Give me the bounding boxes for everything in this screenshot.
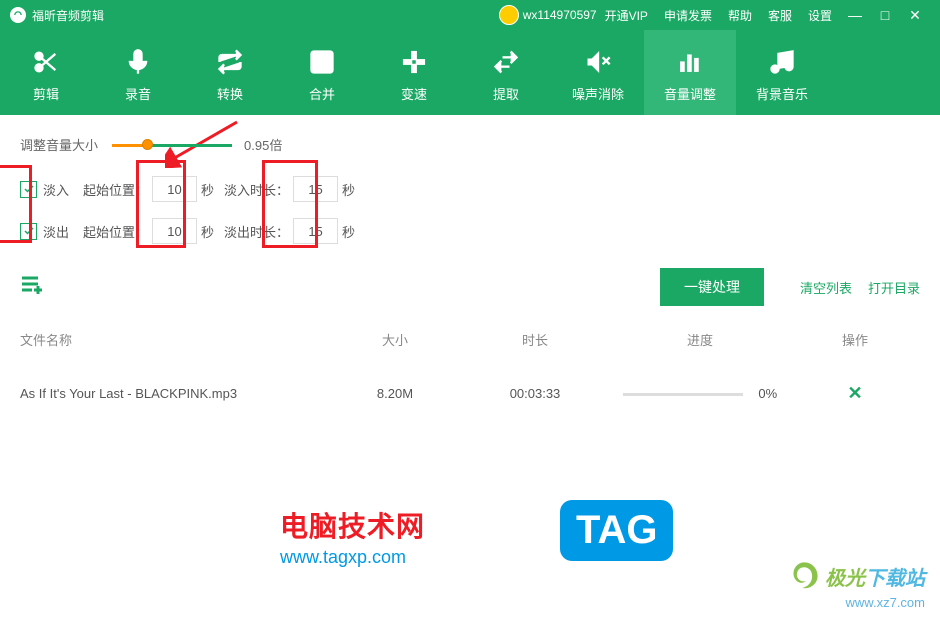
tool-label: 合并 <box>309 84 335 103</box>
site2-part1: 极光 <box>825 568 865 590</box>
action-row: 一键处理 清空列表 打开目录 <box>0 268 940 316</box>
volume-row: 调整音量大小 0.95倍 <box>20 135 920 154</box>
fade-in-checkbox[interactable] <box>20 181 37 198</box>
extract-icon <box>492 42 520 82</box>
service-link[interactable]: 客服 <box>768 7 792 24</box>
cell-size: 8.20M <box>330 386 460 401</box>
col-operation-header: 操作 <box>790 330 920 349</box>
unit: 秒 <box>342 222 355 241</box>
tool-convert[interactable]: 转换 <box>184 30 276 115</box>
fade-out-row: 淡出 起始位置： 秒 淡出时长： 秒 <box>20 216 920 246</box>
len-label: 淡出时长： <box>224 222 289 241</box>
tool-merge[interactable]: 合并 <box>276 30 368 115</box>
tool-bgmusic[interactable]: 背景音乐 <box>736 30 828 115</box>
process-button[interactable]: 一键处理 <box>660 268 764 306</box>
table-header: 文件名称 大小 时长 进度 操作 <box>0 316 940 363</box>
tool-speed[interactable]: 变速 <box>368 30 460 115</box>
minimize-button[interactable]: — <box>840 7 870 23</box>
tool-label: 噪声消除 <box>572 84 624 103</box>
tool-clip[interactable]: 剪辑 <box>0 30 92 115</box>
convert-icon <box>216 42 244 82</box>
col-progress-header: 进度 <box>610 330 790 349</box>
bgmusic-icon <box>768 42 796 82</box>
start-label: 起始位置： <box>83 222 148 241</box>
tool-label: 剪辑 <box>33 84 59 103</box>
fade-in-len-input[interactable] <box>293 176 338 202</box>
site2-part2: 下载站 <box>865 568 925 590</box>
fade-in-label: 淡入 <box>43 180 77 199</box>
delete-button[interactable]: ✕ <box>847 383 862 403</box>
progress-bar <box>623 393 743 396</box>
merge-icon <box>308 42 336 82</box>
app-title: 福昕音频剪辑 <box>32 7 104 24</box>
tool-record[interactable]: 录音 <box>92 30 184 115</box>
denoise-icon <box>584 42 612 82</box>
cell-progress: 0% <box>610 386 790 401</box>
progress-value: 0% <box>758 386 777 401</box>
volume-icon <box>676 42 704 82</box>
close-button[interactable]: ✕ <box>900 7 930 24</box>
tool-label: 背景音乐 <box>756 84 808 103</box>
mic-icon <box>124 42 152 82</box>
tool-label: 转换 <box>217 84 243 103</box>
fade-in-start-input[interactable] <box>152 176 197 202</box>
speed-icon <box>400 42 428 82</box>
help-link[interactable]: 帮助 <box>728 7 752 24</box>
fade-out-label: 淡出 <box>43 222 77 241</box>
unit: 秒 <box>342 180 355 199</box>
col-duration-header: 时长 <box>460 330 610 349</box>
tool-label: 变速 <box>401 84 427 103</box>
tool-label: 录音 <box>125 84 151 103</box>
cell-duration: 00:03:33 <box>460 386 610 401</box>
tool-label: 提取 <box>493 84 519 103</box>
fade-out-start-input[interactable] <box>152 218 197 244</box>
site1-name: 电脑技术网 <box>280 505 425 545</box>
vip-link[interactable]: 开通VIP <box>605 7 648 24</box>
invoice-link[interactable]: 申请发票 <box>664 7 712 24</box>
titlebar: 福昕音频剪辑 wx114970597 开通VIP 申请发票 帮助 客服 设置 —… <box>0 0 940 30</box>
clear-list-link[interactable]: 清空列表 <box>800 278 852 297</box>
main-toolbar: 剪辑 录音 转换 合并 变速 提取 噪声消除 音量调整 背景音乐 <box>0 30 940 115</box>
watermark-site2: 极光下载站 www.xz7.com <box>787 559 925 610</box>
volume-slider[interactable] <box>112 143 232 147</box>
tool-denoise[interactable]: 噪声消除 <box>552 30 644 115</box>
fade-out-checkbox[interactable] <box>20 223 37 240</box>
fade-out-len-input[interactable] <box>293 218 338 244</box>
start-label: 起始位置： <box>83 180 148 199</box>
swirl-icon <box>787 559 821 593</box>
site1-url: www.tagxp.com <box>280 547 425 568</box>
table-row[interactable]: As If It's Your Last - BLACKPINK.mp3 8.2… <box>0 363 940 424</box>
scissors-icon <box>32 42 60 82</box>
col-size-header: 大小 <box>330 330 460 349</box>
maximize-button[interactable]: □ <box>870 7 900 23</box>
tool-volume[interactable]: 音量调整 <box>644 30 736 115</box>
len-label: 淡入时长： <box>224 180 289 199</box>
unit: 秒 <box>201 222 214 241</box>
watermark-site1: 电脑技术网 www.tagxp.com <box>280 505 425 568</box>
site2-url: www.xz7.com <box>787 595 925 610</box>
volume-label: 调整音量大小 <box>20 135 98 154</box>
unit: 秒 <box>201 180 214 199</box>
volume-value: 0.95倍 <box>244 135 282 154</box>
add-file-button[interactable] <box>20 274 44 300</box>
open-dir-link[interactable]: 打开目录 <box>868 278 920 297</box>
settings-panel: 调整音量大小 0.95倍 淡入 起始位置： 秒 淡入时长： 秒 淡出 起始位置：… <box>0 115 940 268</box>
app-logo <box>10 7 26 23</box>
username[interactable]: wx114970597 <box>523 8 597 22</box>
cell-name: As If It's Your Last - BLACKPINK.mp3 <box>20 386 330 401</box>
col-name-header: 文件名称 <box>20 330 330 349</box>
tag-badge: TAG <box>560 500 673 561</box>
cell-operation: ✕ <box>790 383 920 404</box>
settings-link[interactable]: 设置 <box>808 7 832 24</box>
fade-in-row: 淡入 起始位置： 秒 淡入时长： 秒 <box>20 174 920 204</box>
tool-extract[interactable]: 提取 <box>460 30 552 115</box>
tool-label: 音量调整 <box>664 84 716 103</box>
user-avatar[interactable] <box>499 5 519 25</box>
